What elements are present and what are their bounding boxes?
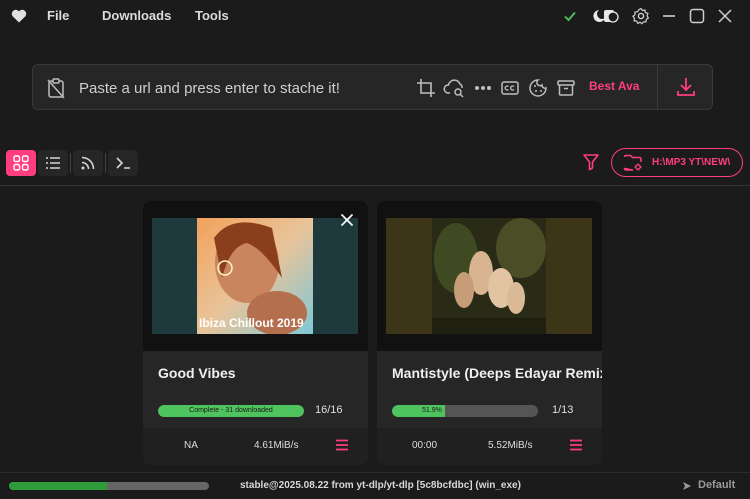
card-thumbnail-area: Ibiza Chillout 2019 (143, 201, 368, 351)
card-title: Mantistyle (Deeps Edayar Remix) (392, 365, 602, 381)
divider (0, 185, 750, 186)
archive-icon[interactable] (556, 78, 576, 98)
card-title: Good Vibes (158, 365, 236, 381)
thumbnail-image (386, 218, 592, 334)
folder-path: H:\MP3 YT\NEW\ (652, 157, 731, 168)
cloud-search-icon[interactable] (443, 78, 467, 98)
gear-icon[interactable] (632, 7, 650, 25)
close-icon[interactable] (340, 213, 354, 227)
url-bar: Best Ava (32, 64, 713, 110)
list-view-icon (46, 157, 60, 169)
download-card[interactable]: Ibiza Chillout 2019 Good Vibes Complete … (143, 201, 368, 465)
speed-text: 5.52MiB/s (488, 440, 533, 451)
thumbnail[interactable] (386, 218, 592, 334)
quality-selector[interactable]: Best Ava (589, 79, 639, 93)
grid-view-icon (13, 155, 29, 171)
cookie-icon[interactable] (528, 78, 548, 98)
filter-icon[interactable] (582, 153, 600, 171)
divider (105, 153, 106, 173)
card-footer: 00:00 5.52MiB/s (377, 428, 602, 465)
progress-text: 51.9% (422, 407, 442, 414)
divider (657, 65, 658, 109)
heart-icon[interactable] (11, 9, 27, 23)
play-icon (683, 482, 691, 490)
divider (70, 153, 71, 173)
title-bar: File Downloads Tools (0, 0, 750, 32)
progress-bar: 51.9% (392, 405, 538, 417)
progress-bar: Complete - 31 downloaded (158, 405, 304, 417)
grid-view-button[interactable] (6, 150, 36, 176)
menu-icon[interactable] (569, 438, 583, 452)
eta-text: NA (184, 440, 198, 451)
theme-toggle-icon[interactable] (590, 7, 622, 25)
minimize-icon[interactable] (660, 7, 678, 25)
item-count: 16/16 (315, 404, 343, 416)
close-icon[interactable] (716, 7, 734, 25)
card-footer: NA 4.61MiB/s (143, 428, 368, 465)
clipboard-off-icon[interactable] (46, 77, 66, 99)
terminal-icon (116, 157, 130, 169)
view-toolbar (6, 150, 138, 176)
rss-icon (81, 156, 95, 170)
rss-button[interactable] (73, 150, 103, 176)
menu-icon[interactable] (335, 438, 349, 452)
crop-icon[interactable] (416, 78, 436, 98)
elapsed-text: 00:00 (412, 440, 438, 451)
menu-tools[interactable]: Tools (195, 8, 229, 23)
status-bar: stable@2025.08.22 from yt-dlp/yt-dlp [5c… (0, 472, 750, 499)
speed-text: 4.61MiB/s (254, 440, 299, 451)
menu-downloads[interactable]: Downloads (102, 8, 171, 23)
list-view-button[interactable] (38, 150, 68, 176)
profile-selector[interactable]: Default (698, 479, 735, 491)
terminal-button[interactable] (108, 150, 138, 176)
folder-settings-icon (623, 154, 642, 171)
item-count: 1/13 (552, 404, 574, 416)
progress-fill (9, 482, 107, 490)
more-icon[interactable] (473, 78, 493, 98)
thumbnail[interactable]: Ibiza Chillout 2019 (152, 218, 358, 334)
progress-text: Complete - 31 downloaded (189, 407, 273, 414)
download-card[interactable]: Mantistyle (Deeps Edayar Remix) 51.9% 1/… (377, 201, 602, 465)
check-icon[interactable] (561, 7, 579, 25)
update-progress-bar (9, 482, 209, 490)
menu-file[interactable]: File (47, 8, 69, 23)
version-text: stable@2025.08.22 from yt-dlp/yt-dlp [5c… (240, 480, 521, 491)
subtitles-icon[interactable] (500, 78, 520, 98)
url-input[interactable] (79, 77, 409, 99)
download-icon[interactable] (675, 76, 697, 98)
thumbnail-caption: Ibiza Chillout 2019 (199, 316, 304, 330)
maximize-icon[interactable] (688, 7, 706, 25)
card-thumbnail-area (377, 201, 602, 351)
download-folder-button[interactable]: H:\MP3 YT\NEW\ (611, 148, 743, 177)
